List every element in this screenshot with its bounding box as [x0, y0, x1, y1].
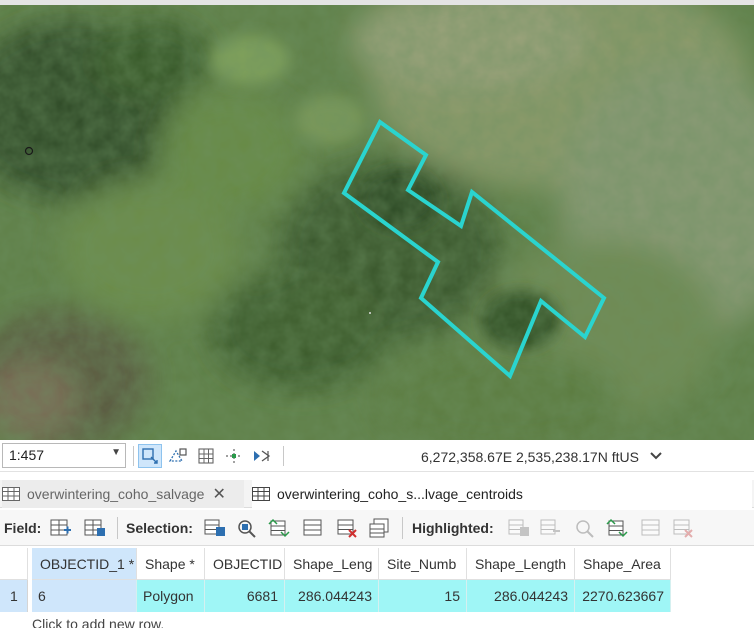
aerial-imagery — [0, 0, 754, 440]
table-tabs: overwintering_coho_salvage ✕ overwinteri… — [0, 480, 754, 508]
grid-icon[interactable] — [194, 444, 218, 468]
table-cell[interactable]: 286.044243 — [467, 580, 575, 612]
zoom-to-selection-icon[interactable] — [236, 518, 258, 538]
column-header-shape-length[interactable]: Shape_Length — [467, 548, 575, 580]
column-header-shape-area[interactable]: Shape_Area — [575, 548, 671, 580]
tab-overwintering-coho-salvage[interactable]: overwintering_coho_salvage ✕ — [2, 480, 244, 508]
row-number-header — [0, 548, 28, 580]
select-by-attributes-icon[interactable] — [204, 518, 226, 538]
field-label: Field: — [4, 520, 42, 536]
table-cell[interactable]: 6681 — [205, 580, 285, 612]
column-header-objectid-1[interactable]: OBJECTID_1 * — [32, 548, 137, 580]
attribute-toolbar: Field: Selection: Highlighted: — [0, 510, 754, 546]
snapping-icon[interactable] — [138, 444, 162, 468]
tab-overwintering-coho-salvage-centroids[interactable]: overwintering_coho_s...lvage_centroids — [252, 480, 752, 508]
scale-selector[interactable]: 1:457 ▼ — [2, 443, 126, 468]
copy-selection-icon[interactable] — [368, 518, 390, 538]
table-cell[interactable]: 6 — [32, 580, 137, 612]
map-top-border — [0, 0, 754, 5]
column-header-site-numb[interactable]: Site_Numb — [379, 548, 467, 580]
highlight-select-icon — [508, 519, 529, 536]
map-view[interactable] — [0, 0, 754, 440]
highlight-unselect-icon — [540, 519, 560, 535]
clear-selection-icon[interactable] — [336, 518, 358, 538]
scale-value: 1:457 — [9, 447, 45, 463]
correction-icon[interactable] — [222, 444, 246, 468]
table-cell[interactable]: Polygon — [137, 580, 205, 612]
chevron-down-icon[interactable]: ▼ — [111, 447, 121, 458]
table-cell[interactable]: 2270.623667 — [575, 580, 671, 612]
highlight-clear-icon — [673, 519, 693, 538]
add-new-row[interactable]: Click to add new row. — [32, 616, 164, 628]
column-header-shape-leng[interactable]: Shape_Leng — [285, 548, 379, 580]
coordinate-readout: 6,272,358.67E 2,535,238.17N ftUS — [421, 449, 639, 465]
table-cell[interactable]: 286.044243 — [285, 580, 379, 612]
tab-label: overwintering_coho_salvage — [27, 486, 205, 502]
measure-icon[interactable] — [250, 444, 274, 468]
chevron-down-icon[interactable] — [648, 448, 664, 464]
highlight-all-icon — [641, 519, 660, 536]
table-icon — [252, 487, 270, 501]
constraints-icon[interactable] — [166, 444, 190, 468]
table-icon — [2, 487, 20, 501]
map-status-bar: 1:457 ▼ 6,272,358.67E 2,535,238.17N ftUS — [0, 440, 754, 472]
attribute-table: OBJECTID_1 * Shape * OBJECTID Shape_Leng… — [0, 548, 754, 628]
switch-selection-icon[interactable] — [268, 518, 290, 538]
add-field-icon[interactable] — [50, 518, 72, 538]
divider — [283, 446, 284, 466]
column-header-shape[interactable]: Shape * — [137, 548, 205, 580]
divider — [402, 517, 403, 539]
close-icon[interactable]: ✕ — [212, 484, 225, 504]
row-number[interactable]: 1 — [0, 580, 28, 612]
cursor-dot — [369, 312, 371, 314]
highlighted-label: Highlighted: — [412, 520, 494, 536]
calculate-field-icon[interactable] — [84, 518, 106, 538]
selection-label: Selection: — [126, 520, 193, 536]
highlight-switch-icon[interactable] — [606, 518, 628, 538]
divider — [133, 446, 134, 466]
table-cell[interactable]: 15 — [379, 580, 467, 612]
column-header-objectid[interactable]: OBJECTID — [205, 548, 285, 580]
highlight-zoom-icon — [576, 520, 594, 538]
divider — [117, 517, 118, 539]
select-all-icon[interactable] — [302, 518, 324, 538]
tab-label: overwintering_coho_s...lvage_centroids — [277, 486, 523, 502]
